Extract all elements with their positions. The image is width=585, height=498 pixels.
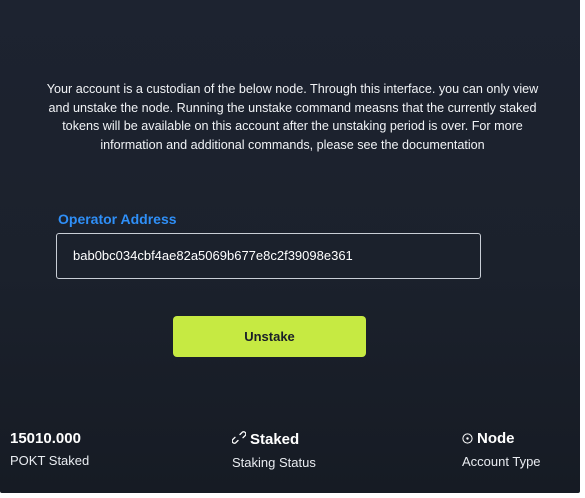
operator-address-value[interactable]: bab0bc034cbf4ae82a5069b677e8c2f39098e361: [73, 248, 353, 263]
pokt-staked-label: POKT Staked: [10, 453, 90, 468]
unstake-button[interactable]: Unstake: [173, 316, 366, 357]
account-type-stat: Node Account Type: [462, 430, 541, 469]
circle-dot-icon: [462, 431, 473, 448]
account-type-label: Account Type: [462, 454, 541, 469]
pokt-staked-value: 15010.000: [10, 430, 81, 447]
operator-address-label: Operator Address: [58, 211, 177, 227]
pokt-staked-stat: 15010.000 POKT Staked: [10, 430, 89, 468]
staking-status-stat: Staked Staking Status: [231, 430, 316, 470]
custodian-description: Your account is a custodian of the below…: [46, 82, 539, 152]
operator-address-field[interactable]: bab0bc034cbf4ae82a5069b677e8c2f39098e361: [56, 233, 481, 279]
staking-status-label: Staking Status: [232, 455, 316, 470]
account-type-value: Node: [477, 430, 515, 447]
staking-status-value: Staked: [250, 431, 300, 448]
link-icon: [231, 430, 247, 449]
node-custodian-panel: Your account is a custodian of the below…: [0, 0, 580, 493]
